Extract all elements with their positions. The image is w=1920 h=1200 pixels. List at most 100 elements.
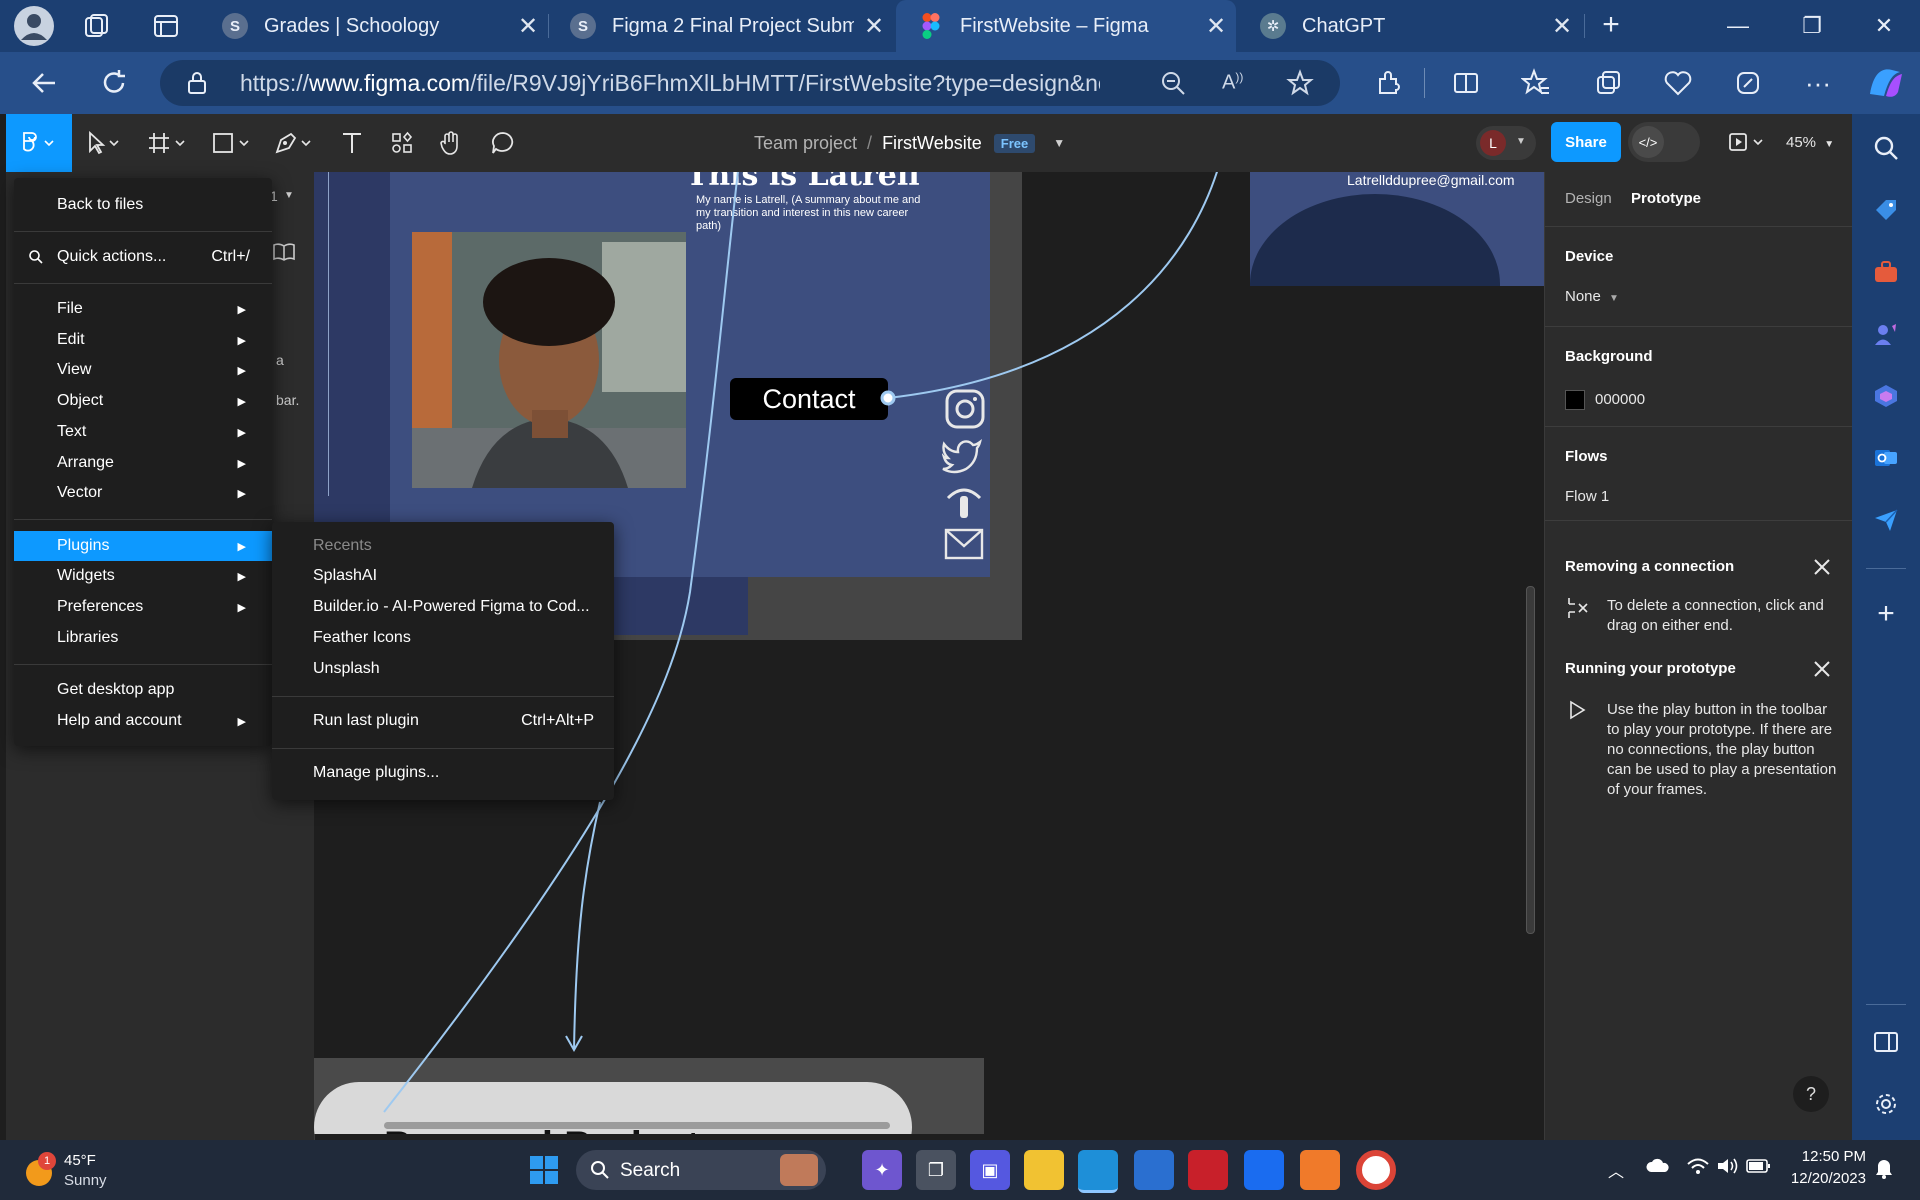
minimize-window-icon[interactable]: — — [1700, 0, 1776, 52]
workspaces-icon[interactable] — [82, 12, 110, 40]
shape-tool-icon[interactable] — [212, 128, 252, 158]
read-aloud-icon[interactable]: A)) — [1222, 70, 1250, 96]
team-project-link[interactable]: Team project — [754, 133, 857, 154]
notification-bell-icon[interactable] — [1874, 1158, 1894, 1180]
tab-prototype[interactable]: Prototype — [1631, 190, 1701, 207]
menu-item-view[interactable]: View ▶ — [14, 355, 272, 385]
close-tab-icon[interactable]: ✕ — [1542, 12, 1582, 41]
taskbar-search[interactable]: Search — [576, 1150, 826, 1190]
edge-browser-icon[interactable] — [1078, 1150, 1118, 1193]
extensions-icon[interactable] — [1366, 62, 1410, 104]
menu-item-manage-plugins[interactable]: Manage plugins... — [272, 758, 614, 788]
shopping-tag-icon[interactable] — [1866, 190, 1906, 230]
address-bar[interactable]: https://www.figma.com/file/R9VJ9jYriB6Fh… — [160, 60, 1340, 106]
xampp-icon[interactable] — [1300, 1150, 1340, 1190]
menu-item-file[interactable]: File ▶ — [14, 294, 272, 324]
close-tip-icon[interactable] — [1811, 556, 1833, 578]
tab-design[interactable]: Design — [1565, 190, 1612, 207]
menu-item-vector[interactable]: Vector ▶ — [14, 478, 272, 508]
menu-item-run-last-plugin[interactable]: Run last plugin Ctrl+Alt+P — [272, 706, 614, 736]
dev-mode-toggle[interactable]: </> — [1628, 122, 1700, 162]
tab-actions-icon[interactable] — [152, 12, 180, 40]
menu-item-edit[interactable]: Edit ▶ — [14, 325, 272, 355]
share-button[interactable]: Share — [1551, 122, 1621, 162]
tab-figma-final-project[interactable]: S Figma 2 Final Project Submis ✕ — [548, 0, 894, 52]
windows-start-icon[interactable] — [524, 1150, 564, 1190]
volume-icon[interactable] — [1716, 1156, 1740, 1176]
chevron-up-icon[interactable]: ︿ — [1608, 1158, 1624, 1182]
tools-icon[interactable] — [1866, 252, 1906, 292]
multiplayer-avatars[interactable]: L ▼ — [1476, 126, 1536, 160]
copilot-taskbar-icon[interactable]: ✦ — [862, 1150, 902, 1190]
background-swatch[interactable] — [1565, 390, 1585, 410]
copilot-edit-icon[interactable] — [1726, 62, 1770, 104]
frame-tool-icon[interactable] — [148, 128, 188, 158]
comment-tool-icon[interactable] — [490, 128, 516, 158]
flow-item[interactable]: Flow 1 — [1565, 488, 1609, 505]
menu-item-help-and-account[interactable]: Help and account ▶ — [14, 706, 272, 736]
clock-time[interactable]: 12:50 PM — [1786, 1148, 1866, 1165]
book-icon[interactable] — [272, 242, 296, 262]
zoom-out-icon[interactable] — [1160, 70, 1186, 96]
dropbox-icon[interactable] — [1244, 1150, 1284, 1190]
split-screen-icon[interactable] — [1444, 62, 1488, 104]
text-tool-icon[interactable] — [340, 128, 364, 158]
add-plus-icon[interactable]: + — [1866, 594, 1906, 634]
copilot-icon[interactable] — [1862, 62, 1908, 104]
restore-window-icon[interactable]: ❐ — [1774, 0, 1850, 52]
menu-item-get-desktop-app[interactable]: Get desktop app — [14, 675, 272, 705]
collections-icon[interactable] — [1586, 62, 1630, 104]
mcafee-icon[interactable] — [1188, 1150, 1228, 1190]
plugin-item-builder-io[interactable]: Builder.io - AI-Powered Figma to Cod... — [272, 592, 614, 622]
main-menu-button[interactable] — [6, 114, 72, 172]
plugin-item-feather-icons[interactable]: Feather Icons — [272, 623, 614, 653]
close-tab-icon[interactable]: ✕ — [1196, 12, 1236, 41]
favorites-icon[interactable] — [1514, 62, 1558, 104]
chrome-icon[interactable] — [1356, 1150, 1396, 1190]
close-tab-icon[interactable]: ✕ — [508, 12, 548, 41]
menu-item-preferences[interactable]: Preferences ▶ — [14, 592, 272, 622]
teams-chat-icon[interactable]: ▣ — [970, 1150, 1010, 1190]
file-explorer-icon[interactable] — [1024, 1150, 1064, 1190]
url-text[interactable]: https://www.figma.com/file/R9VJ9jYriB6Fh… — [240, 70, 1100, 97]
tab-grades-schoology[interactable]: S Grades | Schoology ✕ — [200, 0, 548, 52]
outlook-icon[interactable] — [1866, 438, 1906, 478]
device-select[interactable]: None ▼ — [1565, 288, 1619, 305]
tab-firstwebsite-figma[interactable]: FirstWebsite – Figma ✕ — [896, 0, 1236, 52]
search-icon[interactable] — [1866, 128, 1906, 168]
resources-tool-icon[interactable] — [390, 128, 414, 158]
back-arrow-icon[interactable] — [22, 62, 66, 104]
wifi-icon[interactable] — [1686, 1156, 1710, 1176]
task-view-icon[interactable]: ❐ — [916, 1150, 956, 1190]
hand-tool-icon[interactable] — [438, 128, 464, 158]
pen-tool-icon[interactable] — [274, 128, 314, 158]
lock-icon[interactable] — [186, 71, 208, 95]
more-options-icon[interactable]: ··· — [1796, 62, 1840, 104]
menu-item-quick-actions[interactable]: Quick actions... Ctrl+/ — [14, 242, 272, 272]
tab-chatgpt[interactable]: ✲ ChatGPT ✕ — [1238, 0, 1582, 52]
plugin-item-unsplash[interactable]: Unsplash — [272, 654, 614, 684]
menu-item-back-to-files[interactable]: Back to files — [14, 190, 272, 220]
microsoft-365-icon[interactable] — [1866, 376, 1906, 416]
new-tab-plus-icon[interactable]: + — [1596, 10, 1626, 40]
settings-gear-icon[interactable] — [1866, 1084, 1906, 1124]
file-menu-chevron-icon[interactable]: ▼ — [1053, 136, 1065, 150]
battery-icon[interactable] — [1746, 1158, 1770, 1174]
onedrive-cloud-icon[interactable] — [1646, 1156, 1670, 1176]
file-name[interactable]: FirstWebsite — [882, 133, 982, 154]
menu-item-libraries[interactable]: Libraries — [14, 623, 272, 653]
sidebar-toggle-icon[interactable] — [1866, 1022, 1906, 1062]
help-button[interactable]: ? — [1793, 1076, 1829, 1112]
close-tab-icon[interactable]: ✕ — [854, 12, 894, 41]
background-hex[interactable]: 000000 — [1595, 391, 1645, 408]
move-tool-icon[interactable] — [86, 128, 120, 158]
refresh-icon[interactable] — [92, 62, 136, 104]
menu-item-object[interactable]: Object ▶ — [14, 386, 272, 416]
zoom-level[interactable]: 45% ▼ — [1786, 134, 1834, 151]
menu-item-text[interactable]: Text ▶ — [14, 417, 272, 447]
microsoft-store-icon[interactable] — [1134, 1150, 1174, 1190]
profile-avatar[interactable] — [14, 6, 54, 46]
send-icon[interactable] — [1866, 500, 1906, 540]
menu-item-plugins[interactable]: Plugins ▶ — [14, 531, 272, 561]
present-icon[interactable] — [1728, 128, 1768, 158]
